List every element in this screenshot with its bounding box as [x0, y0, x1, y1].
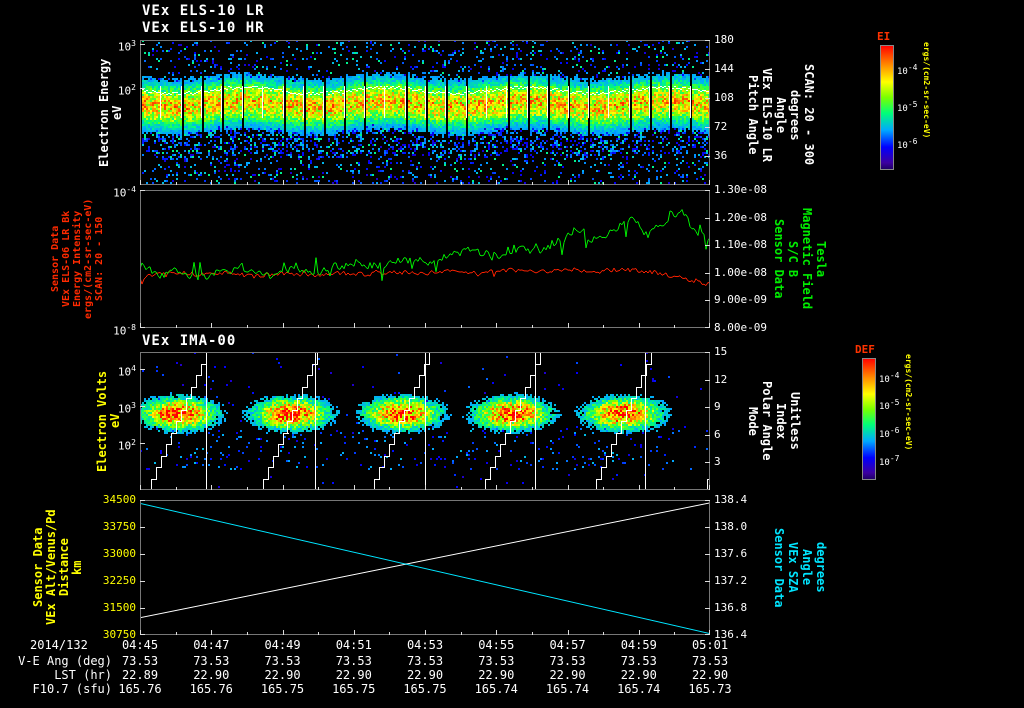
time-tick-label: 04:51 — [335, 638, 372, 652]
plot-window: VEx ELS-10 LR VEx ELS-10 HR VEx IMA-00 E… — [0, 0, 1024, 708]
ima-left-tick-label: 104 — [117, 363, 136, 379]
colorbar-tick-label: 10-7 — [879, 453, 900, 468]
mag-left-tick-label: 10-4 — [113, 185, 136, 200]
eph-right-tick-label: 138.0 — [714, 520, 748, 533]
ima-spectrogram-plot — [140, 352, 710, 490]
table-value: 22.90 — [193, 668, 230, 682]
colorbar-def-title: DEF — [855, 343, 875, 356]
table-row-label: F10.7 (sfu) — [32, 682, 112, 696]
time-tick-label: 04:57 — [549, 638, 586, 652]
eph-right-tick-label: 137.2 — [714, 574, 748, 587]
table-value: 165.74 — [545, 682, 590, 696]
table-value: 22.90 — [549, 668, 586, 682]
ima-right-tick-label: 15 — [714, 345, 728, 358]
table-value: 22.90 — [264, 668, 301, 682]
colorbar-def-unit-label: ergs/(cm2-sr-sec-eV) — [904, 354, 913, 451]
mag-right-tick-label: 9.00e-09 — [714, 293, 767, 307]
table-value: 73.53 — [549, 654, 586, 668]
colorbar-tick-label: 10-6 — [897, 136, 918, 151]
table-value: 73.53 — [620, 654, 657, 668]
table-value: 73.53 — [406, 654, 444, 668]
els-right-tick-label: 36 — [714, 149, 728, 162]
ima-right-tick-label: 6 — [714, 427, 721, 441]
ephemeris-line-plot — [140, 500, 710, 635]
table-value: 165.75 — [332, 682, 376, 696]
ima-left-tick-label: 102 — [117, 438, 136, 453]
mag-right-tick-label: 1.20e-08 — [714, 210, 767, 224]
colorbar-def — [862, 358, 876, 480]
els-spectrogram-plot — [140, 40, 710, 185]
magnetic-field-line-plot — [140, 190, 710, 328]
els-right-tick-label: 144 — [714, 62, 734, 75]
table-value: 165.73 — [688, 682, 732, 696]
colorbar-ei — [880, 45, 894, 170]
date-label: 2014/132 — [30, 638, 88, 652]
mag-right-axis-label: Sensor Data S/C B Magnetic Field Tesla — [772, 208, 828, 310]
mag-left-tick-label: 10-8 — [113, 323, 136, 338]
eph-left-axis-label: Sensor Data VEx Alt/Venus/Pd Distance km — [31, 509, 84, 626]
colorbar-ei-title: EI — [877, 30, 891, 43]
ima-right-tick-label: 12 — [714, 372, 728, 386]
eph-right-axis-label: Sensor Data VEx SZA Angle degrees — [772, 527, 828, 608]
eph-right-tick-label: 137.6 — [714, 547, 748, 560]
time-tick-label: 04:55 — [478, 638, 515, 652]
eph-left-tick-label: 31500 — [102, 601, 136, 614]
mag-right-tick-label: 8.00e-09 — [714, 321, 767, 334]
table-value: 73.53 — [691, 654, 729, 668]
els-left-axis-label: Electron Energy eV — [97, 58, 124, 167]
table-value: 165.76 — [118, 682, 162, 696]
els-left-tick-label: 102 — [117, 82, 136, 98]
mag-right-tick-label: 1.00e-08 — [714, 265, 767, 279]
table-value: 73.53 — [121, 654, 159, 668]
mag-left-axis-label: Sensor Data VEx ELS-06 LR Bk Energy Intens… — [50, 198, 105, 320]
els-right-tick-label: 180 — [714, 33, 734, 46]
colorbar-tick-label: 10-5 — [879, 398, 900, 413]
table-value: 22.90 — [691, 668, 729, 682]
els-right-tick-label: 72 — [714, 120, 728, 133]
table-value: 22.90 — [406, 668, 444, 682]
time-tick-label: 04:45 — [121, 638, 159, 652]
table-row-label: V-E Ang (deg) — [18, 654, 112, 668]
table-value: 165.74 — [474, 682, 518, 696]
colorbar-tick-label: 10-4 — [897, 63, 918, 78]
ima-right-tick-label: 3 — [714, 455, 721, 469]
colorbar-tick-label: 10-6 — [879, 426, 900, 441]
time-tick-label: 04:49 — [264, 638, 301, 652]
table-row-label: LST (hr) — [54, 668, 112, 682]
table-value: 165.75 — [403, 682, 447, 696]
els-title-line2: VEx ELS-10 HR — [142, 20, 265, 36]
ima-right-tick-label: 9 — [714, 400, 721, 414]
els-title-line1: VEx ELS-10 LR — [142, 3, 265, 19]
table-value: 22.90 — [478, 668, 515, 682]
colorbar-ei-unit-label: ergs/(cm2-sr-sec-eV) — [922, 42, 931, 139]
table-value: 165.75 — [260, 682, 305, 696]
table-value: 22.89 — [121, 668, 159, 682]
time-tick-label: 04:53 — [406, 638, 444, 652]
eph-right-tick-label: 136.8 — [714, 601, 748, 614]
eph-left-tick-label: 33000 — [102, 547, 136, 560]
table-value: 165.74 — [617, 682, 661, 696]
table-value: 73.53 — [264, 654, 301, 668]
els-left-tick-label: 103 — [117, 39, 136, 54]
ima-left-tick-label: 103 — [117, 400, 136, 416]
mag-right-tick-label: 1.30e-08 — [714, 183, 767, 196]
eph-right-tick-label: 138.4 — [714, 493, 748, 506]
eph-left-tick-label: 32250 — [102, 574, 136, 587]
table-value: 73.53 — [478, 654, 515, 668]
table-value: 22.90 — [620, 668, 657, 682]
time-tick-label: 04:47 — [193, 638, 230, 652]
table-value: 73.53 — [193, 654, 230, 668]
els-right-tick-label: 108 — [714, 91, 734, 104]
colorbar-tick-label: 10-4 — [879, 370, 900, 385]
time-tick-label: 04:59 — [620, 638, 657, 652]
eph-left-tick-label: 33750 — [102, 520, 136, 533]
table-value: 165.76 — [189, 682, 233, 696]
eph-left-tick-label: 34500 — [102, 493, 136, 506]
colorbar-tick-label: 10-5 — [897, 99, 918, 114]
table-value: 22.90 — [335, 668, 372, 682]
ima-title: VEx IMA-00 — [142, 333, 237, 349]
table-value: 73.53 — [335, 654, 372, 668]
mag-right-tick-label: 1.10e-08 — [714, 238, 767, 252]
time-tick-label: 05:01 — [691, 638, 729, 652]
